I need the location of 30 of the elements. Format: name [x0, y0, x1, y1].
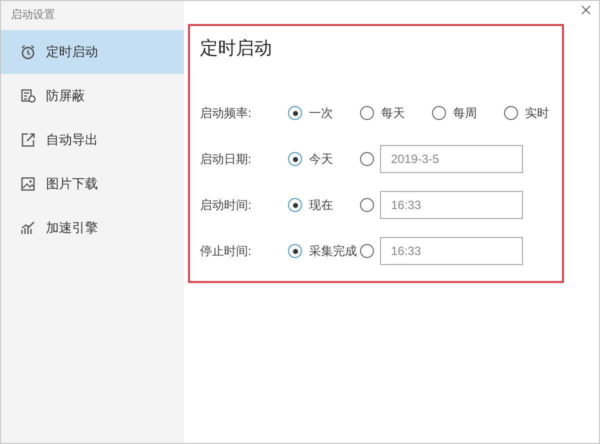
- input-field[interactable]: 16:33: [380, 191, 523, 219]
- sidebar-item[interactable]: 定时启动: [1, 30, 184, 74]
- input-field[interactable]: 2019-3-5: [380, 145, 523, 173]
- radio-option[interactable]: 现在: [288, 196, 360, 214]
- panel-title: 定时启动: [200, 37, 273, 60]
- radio-button[interactable]: [360, 152, 374, 166]
- sidebar-item[interactable]: 图片下载: [1, 162, 184, 206]
- window-title: 启动设置: [10, 8, 56, 23]
- radio-button[interactable]: [360, 244, 374, 258]
- radio-option[interactable]: 每天: [360, 104, 432, 122]
- document-icon: [20, 88, 36, 104]
- field-label: 启动频率:: [200, 104, 252, 122]
- radio-option[interactable]: 实时: [504, 104, 576, 122]
- field-label: 停止时间:: [200, 242, 252, 260]
- radio-option[interactable]: 一次: [288, 104, 360, 122]
- field-label: 启动时间:: [200, 196, 252, 214]
- radio-option[interactable]: 每周: [432, 104, 504, 122]
- radio-option[interactable]: 采集完成: [288, 242, 360, 260]
- close-icon[interactable]: [581, 5, 591, 15]
- sidebar-item[interactable]: 加速引擎: [1, 206, 184, 250]
- radio-button[interactable]: [360, 198, 374, 212]
- clock-icon: [20, 44, 36, 60]
- field-label: 启动日期:: [200, 150, 252, 168]
- sidebar-item[interactable]: 防屏蔽: [1, 74, 184, 118]
- input-field[interactable]: 16:33: [380, 237, 523, 265]
- export-icon: [20, 132, 36, 148]
- radio-option[interactable]: 今天: [288, 150, 360, 168]
- sidebar-item[interactable]: 自动导出: [1, 118, 184, 162]
- chart-icon: [20, 220, 36, 236]
- image-icon: [20, 176, 36, 192]
